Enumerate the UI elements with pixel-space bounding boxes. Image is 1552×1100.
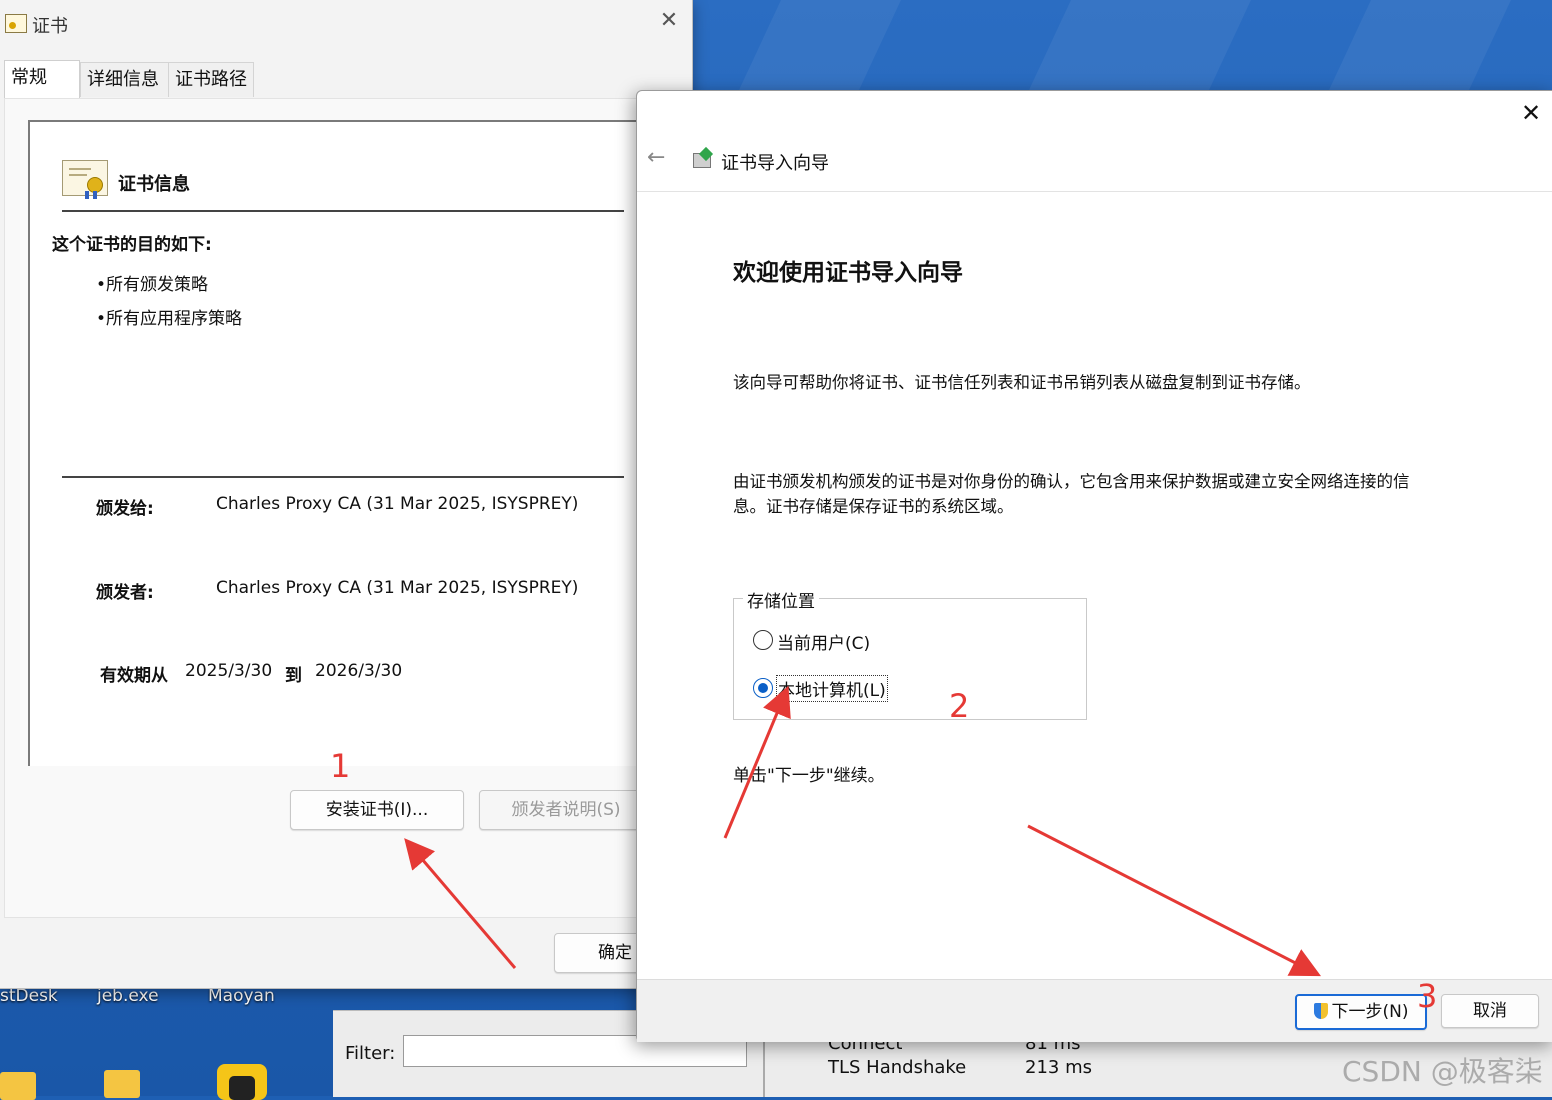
- annotation-step-number: 3: [1417, 977, 1438, 1015]
- annotation-step-number: 1: [330, 747, 351, 785]
- current-user-label[interactable]: 当前用户(C): [777, 629, 870, 654]
- local-machine-label[interactable]: 本地计算机(L): [776, 675, 888, 702]
- wizard-description: 该向导可帮助你将证书、证书信任列表和证书吊销列表从磁盘复制到证书存储。: [733, 373, 1311, 392]
- cancel-button[interactable]: 取消: [1441, 994, 1539, 1028]
- purpose-item: •所有应用程序策略: [96, 309, 243, 329]
- close-icon[interactable]: ✕: [656, 8, 682, 34]
- certificate-import-wizard: ✕ ← 证书导入向导 欢迎使用证书导入向导 该向导可帮助你将证书、证书信任列表和…: [636, 90, 1552, 1042]
- purpose-item: •所有颁发策略: [96, 275, 209, 295]
- store-location-label: 存储位置: [743, 587, 819, 612]
- divider: [637, 191, 1552, 192]
- wizard-heading: 欢迎使用证书导入向导: [733, 260, 963, 286]
- continue-hint: 单击"下一步"继续。: [733, 766, 885, 786]
- wizard-description: 由证书颁发机构颁发的证书是对你身份的确认，它包含用来保护数据或建立安全网络连接的…: [733, 472, 1410, 491]
- desktop-icon-label[interactable]: stDesk: [0, 986, 58, 1006]
- issued-to-label: 颁发给:: [96, 499, 154, 519]
- wizard-title: 证书导入向导: [721, 153, 829, 174]
- info-heading: 证书信息: [118, 174, 190, 195]
- metric-value: 213 ms: [1025, 1057, 1092, 1078]
- desktop-icon-label[interactable]: jeb.exe: [97, 986, 159, 1006]
- valid-from-label: 有效期从: [100, 666, 168, 686]
- certificate-icon: [5, 14, 27, 33]
- watermark: CSDN @极客柒: [1342, 1055, 1543, 1088]
- current-user-radio[interactable]: [753, 630, 773, 650]
- folder-icon[interactable]: [104, 1070, 140, 1098]
- shield-icon: [1313, 1003, 1328, 1019]
- desktop-icon-label[interactable]: Maoyan: [208, 986, 275, 1006]
- close-icon[interactable]: ✕: [1517, 99, 1545, 127]
- issuer-statement-button[interactable]: 颁发者说明(S): [479, 790, 653, 830]
- filter-label: Filter:: [345, 1043, 396, 1064]
- certificate-icon: [62, 160, 108, 199]
- app-lightning-icon[interactable]: [217, 1064, 267, 1100]
- local-machine-radio[interactable]: [753, 678, 773, 698]
- valid-to-label: 到: [285, 666, 302, 686]
- annotation-step-number: 2: [949, 687, 970, 725]
- divider: [62, 210, 624, 212]
- certificate-info-panel: 证书信息 这个证书的目的如下: •所有颁发策略 •所有应用程序策略 颁发给: C…: [28, 120, 670, 766]
- certificate-import-icon: [693, 146, 714, 168]
- valid-to-value: 2026/3/30: [315, 661, 403, 681]
- certificate-dialog: 证书 ✕ 常规 详细信息 证书路径 证书信息 这个证书的目的如下: •所有颁发策…: [0, 0, 693, 989]
- metric-name: TLS Handshake: [828, 1057, 967, 1078]
- dialog-title: 证书: [32, 16, 68, 37]
- wizard-description: 息。证书存储是保存证书的系统区域。: [733, 497, 1014, 516]
- next-button[interactable]: 下一步(N): [1295, 994, 1427, 1030]
- tab-cert-path[interactable]: 证书路径: [168, 62, 254, 97]
- issued-by-label: 颁发者:: [96, 583, 154, 603]
- issued-by-value: Charles Proxy CA (31 Mar 2025, ISYSPREY): [216, 578, 579, 598]
- tab-general[interactable]: 常规: [4, 60, 80, 99]
- divider: [62, 476, 624, 478]
- purpose-heading: 这个证书的目的如下:: [52, 235, 212, 255]
- valid-from-value: 2025/3/30: [185, 661, 273, 681]
- next-button-label: 下一步(N): [1331, 1002, 1409, 1022]
- tab-details[interactable]: 详细信息: [80, 62, 172, 97]
- back-arrow-icon[interactable]: ←: [647, 145, 665, 170]
- issued-to-value: Charles Proxy CA (31 Mar 2025, ISYSPREY): [216, 494, 579, 514]
- pane-divider[interactable]: [763, 1033, 765, 1097]
- install-certificate-button[interactable]: 安装证书(I)...: [290, 790, 464, 830]
